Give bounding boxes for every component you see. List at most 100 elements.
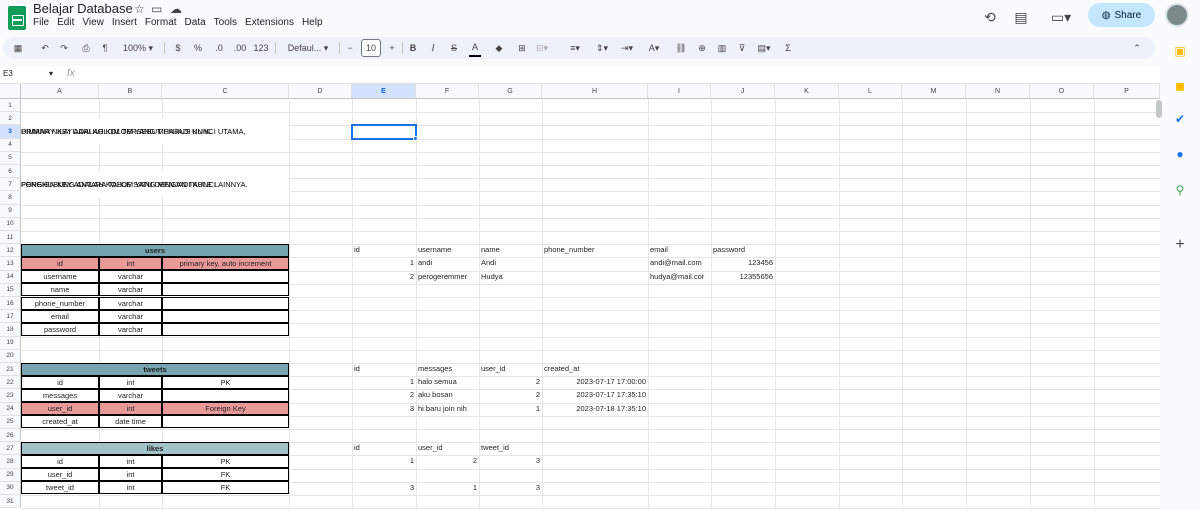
tweets-data-cell[interactable]: 2023-07-17 17:00:00	[542, 376, 648, 389]
tweets-data-cell[interactable]: aku bosan	[416, 389, 479, 402]
tweets-schema-cell[interactable]: id	[21, 375, 99, 389]
redo-icon[interactable]: ↷	[58, 39, 70, 57]
row-header-10[interactable]: 10	[0, 217, 21, 231]
likes-schema-cell[interactable]: PK	[162, 454, 289, 469]
row-header-30[interactable]: 30	[0, 481, 21, 495]
users-schema-cell[interactable]: varchar	[99, 296, 162, 310]
vertical-scrollbar[interactable]	[1156, 100, 1162, 118]
sheet-grid[interactable]: A B C D E F G H I J K L M N O P 1 2 3 4 5 6 7 8 9 10 11 12 13 14 15 16 1…	[0, 84, 1160, 510]
font-size-decrease-button[interactable]: −	[345, 39, 355, 57]
users-data-cell[interactable]: andi	[416, 257, 479, 270]
more-formats-button[interactable]: 123	[253, 39, 269, 57]
tweets-data-cell[interactable]: 3	[352, 403, 416, 416]
row-header-8[interactable]: 8	[0, 191, 21, 205]
calendar-icon[interactable]: ▣	[1171, 42, 1189, 60]
tweets-schema-cell[interactable]: PK	[162, 375, 289, 389]
tweets-data-cell[interactable]: 2	[479, 389, 542, 402]
comments-icon[interactable]: ▤	[1011, 7, 1031, 27]
users-data-header[interactable]: name	[479, 244, 542, 257]
users-schema-cell[interactable]: primary key, auto increment	[162, 256, 289, 271]
tweets-data-header[interactable]: messages	[416, 363, 479, 376]
insert-link-icon[interactable]: ⛓	[675, 39, 687, 57]
tweets-data-cell[interactable]: halo semua	[416, 376, 479, 389]
users-data-header[interactable]: email	[648, 244, 711, 257]
select-all-corner[interactable]	[0, 84, 21, 99]
users-schema-cell[interactable]	[162, 270, 289, 284]
row-header-26[interactable]: 26	[0, 429, 21, 443]
row-header-5[interactable]: 5	[0, 151, 21, 165]
tweets-schema-cell[interactable]: messages	[21, 388, 99, 403]
menu-view[interactable]: View	[82, 17, 104, 28]
zoom-select[interactable]: 100% ▾	[117, 39, 159, 57]
row-header-19[interactable]: 19	[0, 336, 21, 350]
insert-comment-icon[interactable]: ⊕	[696, 39, 708, 57]
likes-schema-cell[interactable]: FK	[162, 481, 289, 495]
menu-tools[interactable]: Tools	[214, 17, 237, 28]
column-header-o[interactable]: O	[1030, 84, 1094, 99]
vertical-align-icon[interactable]: ⇕▾	[593, 39, 611, 57]
likes-data-cell[interactable]: 3	[479, 482, 542, 495]
users-schema-cell[interactable]: varchar	[99, 309, 162, 323]
row-header-23[interactable]: 23	[0, 389, 21, 403]
row-header-16[interactable]: 16	[0, 297, 21, 311]
column-header-b[interactable]: B	[99, 84, 162, 99]
menu-format[interactable]: Format	[145, 17, 177, 28]
bold-button[interactable]: B	[408, 39, 418, 57]
row-header-3[interactable]: 3	[0, 125, 21, 139]
tweets-schema-cell[interactable]: created_at	[21, 415, 99, 429]
column-header-k[interactable]: K	[775, 84, 839, 99]
document-title[interactable]: Belajar Database	[33, 1, 133, 16]
selected-cell[interactable]	[351, 124, 417, 140]
row-header-20[interactable]: 20	[0, 349, 21, 363]
tasks-icon[interactable]: ✔	[1171, 110, 1189, 128]
likes-data-header[interactable]: id	[352, 442, 416, 455]
maps-icon[interactable]: ⚲	[1171, 181, 1189, 199]
row-header-15[interactable]: 15	[0, 283, 21, 297]
star-icon[interactable]: ☆	[134, 2, 145, 16]
likes-data-cell[interactable]	[479, 469, 542, 482]
users-schema-cell[interactable]: id	[21, 256, 99, 271]
users-data-header[interactable]: phone_number	[542, 244, 648, 257]
users-data-cell[interactable]: 12355656	[711, 271, 775, 284]
sheets-logo-icon[interactable]	[8, 6, 26, 30]
users-schema-cell[interactable]: name	[21, 283, 99, 297]
column-header-j[interactable]: J	[711, 84, 775, 99]
functions-icon[interactable]: Σ	[782, 39, 794, 57]
row-header-9[interactable]: 9	[0, 204, 21, 218]
menu-edit[interactable]: Edit	[57, 17, 74, 28]
filter-views-icon[interactable]: ▤▾	[755, 39, 773, 57]
menu-extensions[interactable]: Extensions	[245, 17, 294, 28]
row-header-21[interactable]: 21	[0, 363, 21, 377]
share-button[interactable]: ◍ Share	[1088, 3, 1155, 27]
print-icon[interactable]: ⎙	[79, 39, 93, 57]
text-color-button[interactable]: A	[469, 39, 481, 57]
tweets-data-header[interactable]: user_id	[479, 363, 542, 376]
users-schema-cell[interactable]: email	[21, 309, 99, 323]
row-header-22[interactable]: 22	[0, 376, 21, 390]
tweets-schema-cell[interactable]: int	[99, 402, 162, 416]
column-header-e[interactable]: E	[352, 84, 416, 99]
likes-data-cell[interactable]	[352, 469, 416, 482]
likes-schema-cell[interactable]: id	[21, 454, 99, 469]
tweets-schema-cell[interactable]	[162, 388, 289, 403]
font-select[interactable]: Defaul... ▾	[282, 39, 334, 57]
users-schema-cell[interactable]	[162, 283, 289, 297]
users-schema-cell[interactable]	[162, 296, 289, 310]
tweets-data-cell[interactable]: 1	[352, 376, 416, 389]
likes-schema-cell[interactable]: int	[99, 481, 162, 495]
tweets-data-cell[interactable]: 2	[479, 376, 542, 389]
tweets-schema-cell[interactable]	[162, 415, 289, 429]
keep-icon[interactable]: ◼	[1171, 77, 1189, 95]
name-box[interactable]: E3 ▾	[3, 69, 55, 78]
users-data-header[interactable]: username	[416, 244, 479, 257]
horizontal-align-icon[interactable]: ≡▾	[566, 39, 584, 57]
users-data-cell[interactable]: Andi	[479, 257, 542, 270]
fill-handle[interactable]	[413, 135, 418, 141]
users-schema-cell[interactable]: phone_number	[21, 296, 99, 310]
column-header-i[interactable]: I	[648, 84, 711, 99]
row-header-24[interactable]: 24	[0, 402, 21, 416]
likes-data-header[interactable]: tweet_id	[479, 442, 542, 455]
percent-button[interactable]: %	[193, 39, 203, 57]
likes-data-cell[interactable]	[416, 469, 479, 482]
column-header-f[interactable]: F	[416, 84, 479, 99]
